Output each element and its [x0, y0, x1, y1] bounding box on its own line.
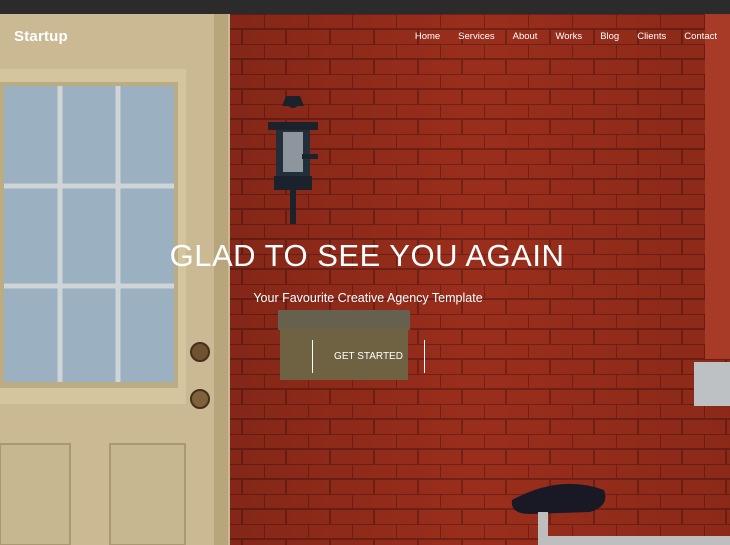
nav-blog[interactable]: Blog	[600, 31, 619, 42]
hero-overlay	[0, 14, 730, 545]
nav-clients[interactable]: Clients	[637, 31, 666, 42]
hero-headline-wrapper: GLAD TO SEE YOU AGAIN	[0, 238, 730, 274]
nav-about[interactable]: About	[513, 31, 538, 42]
browser-top-bar	[0, 0, 730, 14]
nav-contact[interactable]: Contact	[684, 31, 717, 42]
hero-section	[0, 14, 730, 545]
page: Startup Home Services About Works Blog C…	[0, 0, 730, 545]
hero-headline: GLAD TO SEE YOU AGAIN	[169, 238, 565, 273]
nav-services[interactable]: Services	[458, 31, 494, 42]
brand-logo[interactable]: Startup	[14, 28, 68, 45]
main-menu: Home Services About Works Blog Clients C…	[415, 31, 717, 42]
top-navbar: Startup Home Services About Works Blog C…	[0, 14, 730, 58]
hero-subtitle: Your Favourite Creative Agency Template	[253, 291, 483, 305]
nav-home[interactable]: Home	[415, 31, 440, 42]
nav-works[interactable]: Works	[555, 31, 582, 42]
get-started-button[interactable]: GET STARTED	[312, 340, 425, 373]
